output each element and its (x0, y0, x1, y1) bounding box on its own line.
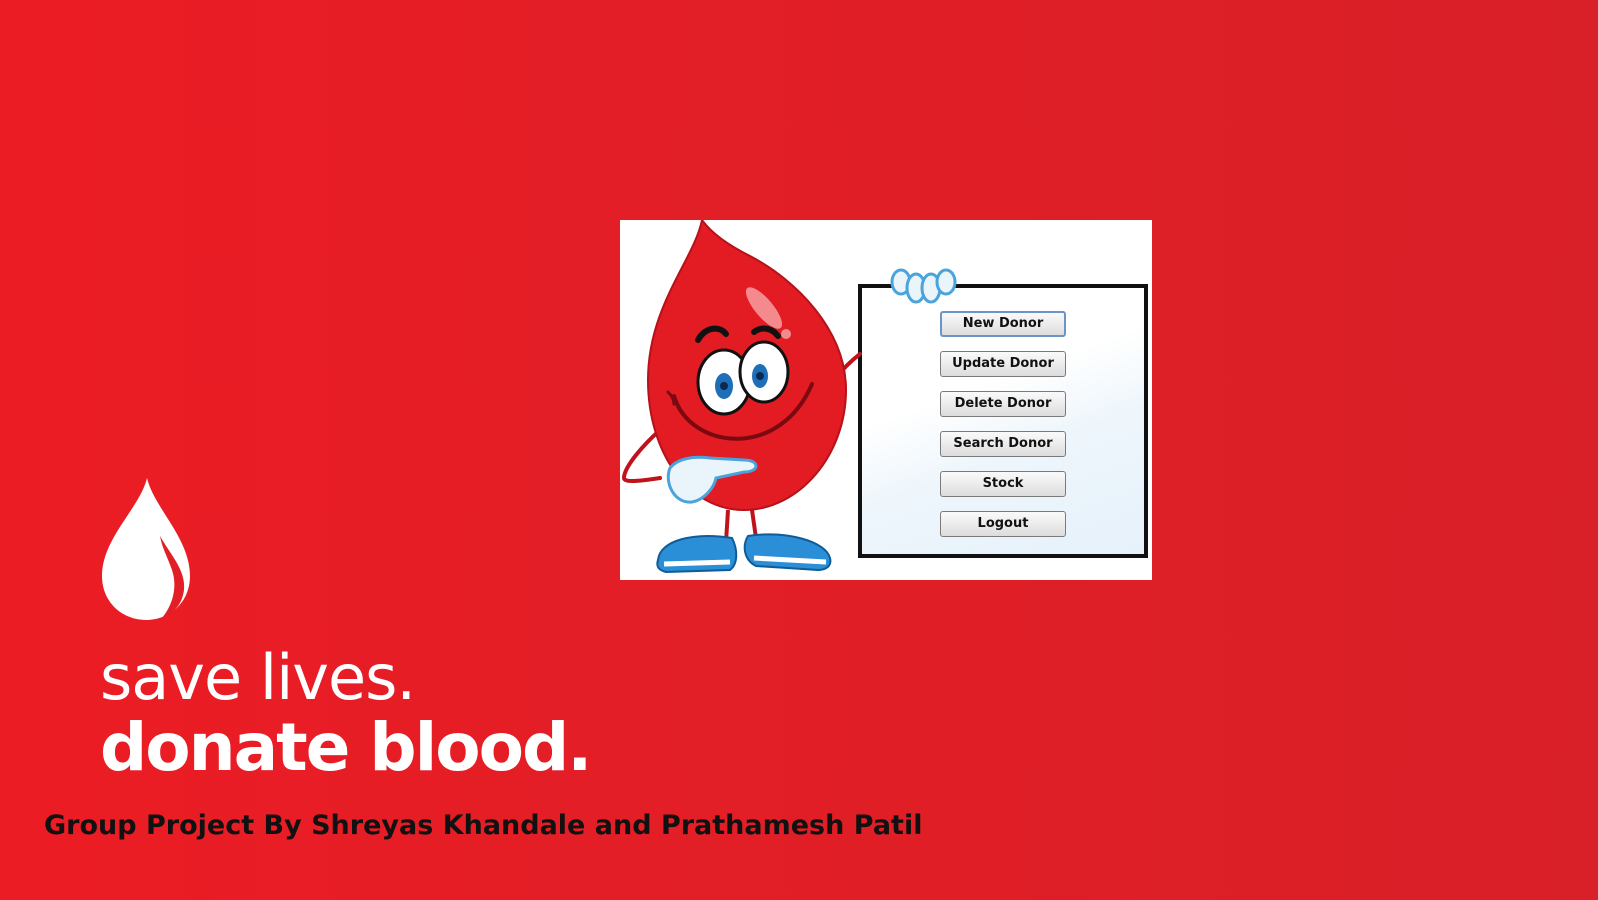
logout-button[interactable]: Logout (940, 511, 1066, 537)
delete-donor-button[interactable]: Delete Donor (940, 391, 1066, 417)
blood-drop-icon (102, 478, 190, 620)
donor-menu-window: New Donor Update Donor Delete Donor Sear… (620, 220, 1152, 580)
tagline-donate-blood: donate blood. (100, 709, 592, 786)
new-donor-button[interactable]: New Donor (940, 311, 1066, 337)
tagline-save-lives: save lives. (100, 641, 416, 714)
search-donor-button[interactable]: Search Donor (940, 431, 1066, 457)
update-donor-button[interactable]: Update Donor (940, 351, 1066, 377)
project-credits: Group Project By Shreyas Khandale and Pr… (44, 810, 923, 841)
blood-drop-mascot (621, 220, 957, 574)
stock-button[interactable]: Stock (940, 471, 1066, 497)
